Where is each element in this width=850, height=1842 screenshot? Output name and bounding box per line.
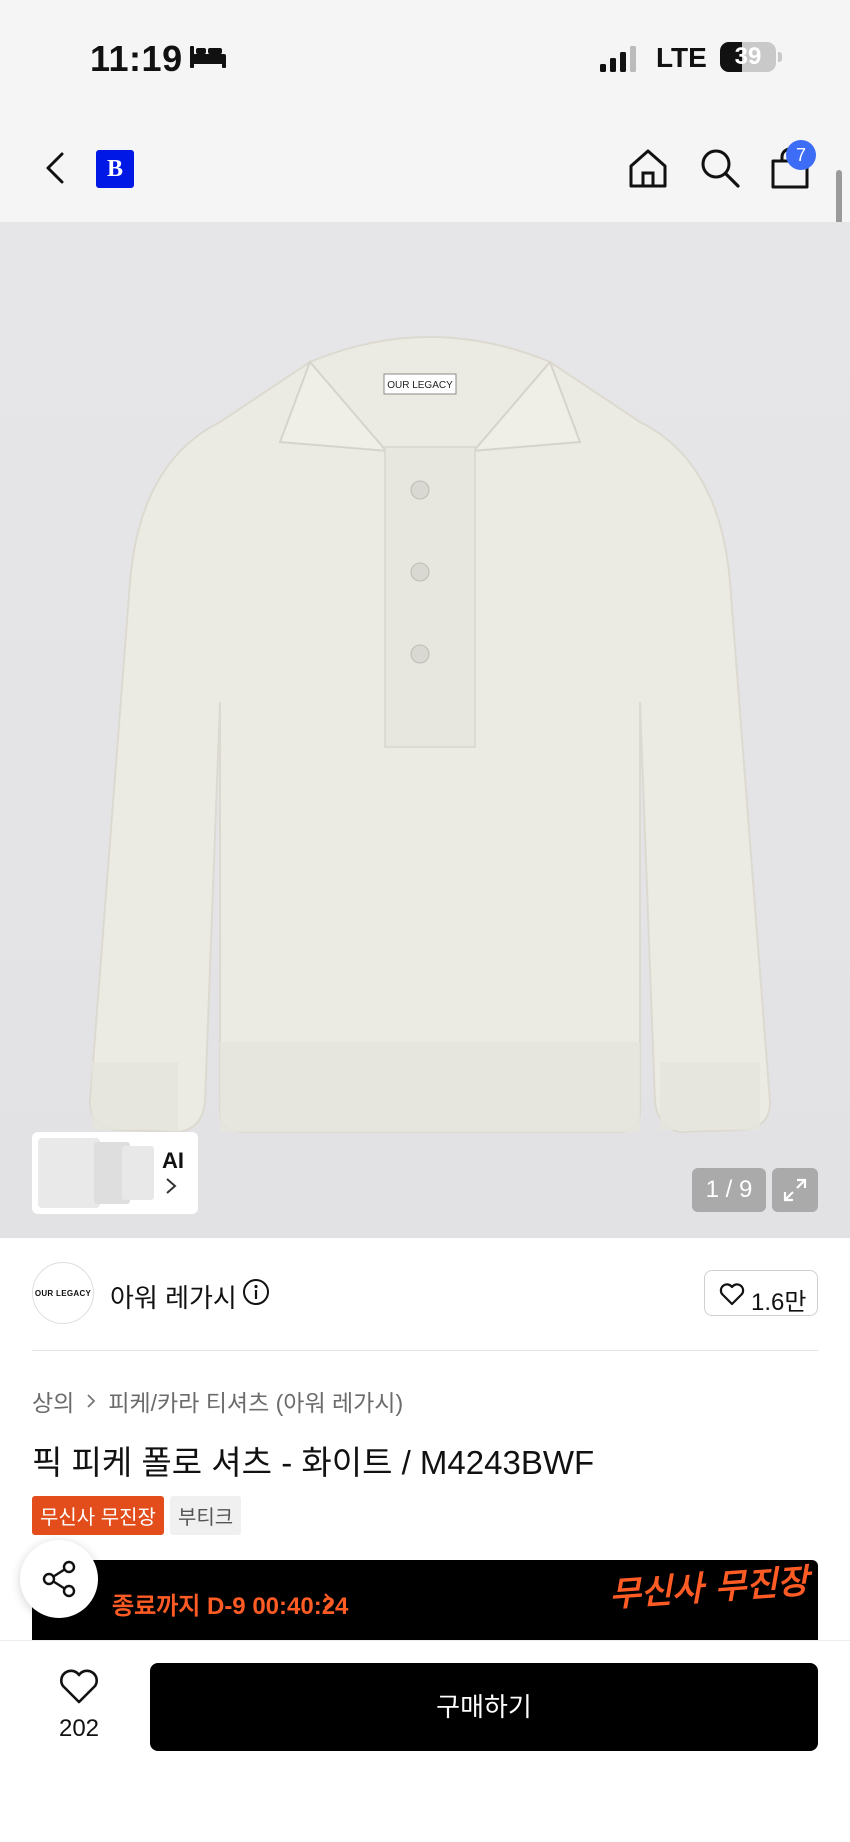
tag-musinsa-mujinjang: 무신사 무진장 [32,1496,164,1535]
thumbnail-image [38,1138,100,1208]
brand-row: OUR LEGACY 아워 레가시 1.6만 [0,1238,850,1350]
product-image-gallery[interactable]: OUR LEGACY AI 1 / 9 [0,222,850,1238]
status-bar: 11:19 LTE 39 [0,0,850,110]
bottom-bar: 202 구매하기 [0,1640,850,1842]
expand-icon [783,1178,807,1202]
page-indicator: 1 / 9 [692,1168,766,1212]
battery-level: 39 [734,43,762,70]
status-time: 11:19 [90,38,183,79]
chevron-right-icon [324,1593,334,1609]
brand-like-count: 1.6만 [751,1289,807,1316]
divider [32,1350,818,1351]
promo-logo: 무신사 무진장 [608,1561,815,1615]
info-icon[interactable] [242,1278,270,1306]
promo-countdown: 종료까지 D-9 00:40:24 [112,1593,349,1620]
share-icon [42,1560,76,1598]
home-icon[interactable] [626,146,670,190]
breadcrumb: 상의 피케/카라 티셔츠 (아워 레가시) [32,1384,403,1418]
search-icon[interactable] [698,146,742,190]
expand-button[interactable] [772,1168,818,1212]
promo-logo-text: 무신사 무진장 [608,1561,815,1615]
ai-thumbnail-button[interactable]: AI [32,1132,198,1214]
breadcrumb-item-category[interactable]: 피케/카라 티셔츠 (아워 레가시) [108,1384,403,1418]
ai-label: AI [162,1148,184,1173]
cart-count-badge: 7 [786,140,816,170]
app-header: B 7 [0,110,850,222]
shirt-label: OUR LEGACY [387,380,453,391]
product-photo: OUR LEGACY [88,336,772,1134]
tag-boutique: 부티크 [169,1496,242,1535]
battery-cap [778,52,782,62]
bed-icon [190,46,226,68]
buy-button[interactable]: 구매하기 [150,1663,818,1751]
brand-logo[interactable]: B [96,150,134,188]
breadcrumb-item-top[interactable]: 상의 [32,1384,74,1418]
signal-icon [600,46,636,72]
share-button[interactable] [20,1540,98,1618]
product-tags: 무신사 무진장 부티크 [32,1496,242,1535]
back-icon[interactable] [40,148,72,188]
product-title: 픽 피케 폴로 셔츠 - 화이트 / M4243BWF [32,1444,595,1481]
chevron-right-icon [87,1394,96,1408]
wish-count: 202 [58,1715,100,1742]
brand-avatar[interactable]: OUR LEGACY [32,1262,94,1324]
heart-icon[interactable] [58,1667,100,1705]
network-label: LTE [656,42,707,73]
heart-icon [719,1283,745,1306]
battery-indicator: 39 [720,42,776,72]
brand-name[interactable]: 아워 레가시 [110,1278,237,1315]
promo-banner[interactable]: 종료까지 D-9 00:40:24 무신사 무진장 [32,1560,818,1640]
brand-like-button[interactable]: 1.6만 [704,1270,818,1316]
chevron-right-icon [166,1178,177,1194]
thumbnail-image [122,1146,154,1200]
